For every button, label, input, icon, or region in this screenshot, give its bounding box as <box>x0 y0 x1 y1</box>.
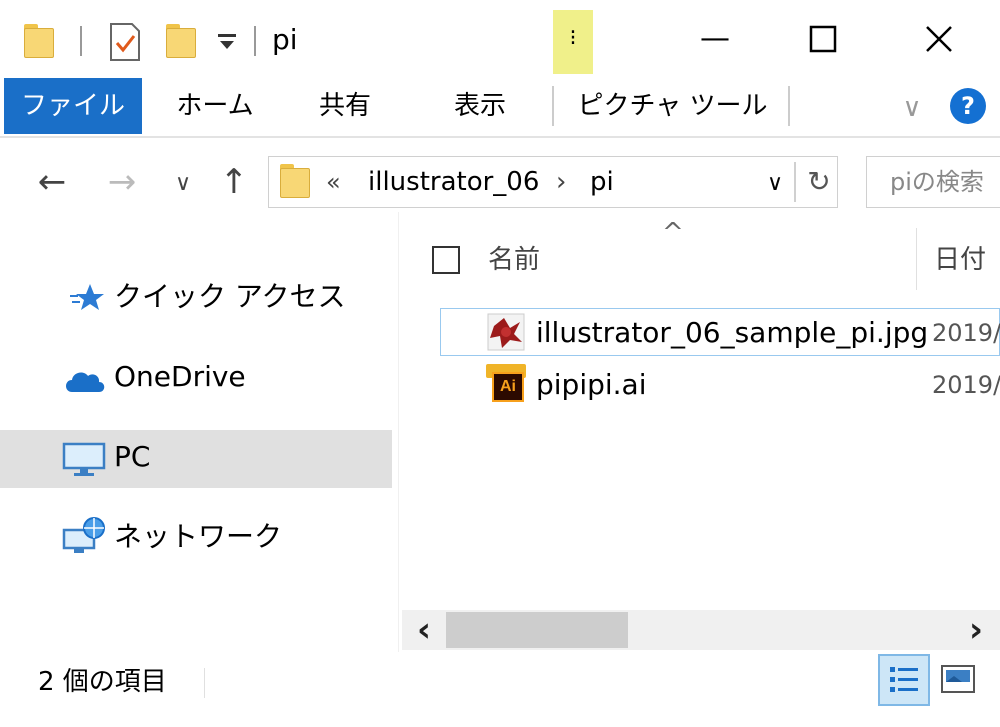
status-item-count: 2 個の項目 <box>38 667 167 697</box>
tab-share[interactable]: 共有 <box>300 78 390 134</box>
properties-icon[interactable] <box>108 22 142 62</box>
folder-icon <box>280 164 310 198</box>
file-date: 2019/ <box>932 371 1000 399</box>
breadcrumb-overflow[interactable]: « <box>326 162 341 202</box>
ai-badge: Ai <box>492 372 524 402</box>
help-button[interactable]: ? <box>950 88 986 124</box>
scroll-left-button[interactable]: ‹ <box>410 610 438 650</box>
sidebar-item-onedrive[interactable]: OneDrive <box>114 358 246 396</box>
column-separator[interactable] <box>916 228 917 290</box>
address-separator <box>794 162 796 202</box>
address-dropdown-button[interactable]: ∨ <box>760 164 790 204</box>
ribbon-divider <box>0 136 1000 138</box>
ai-file-icon: Ai <box>486 364 526 404</box>
column-header-date[interactable]: 日付 <box>934 240 986 280</box>
tab-picture-tools[interactable]: ピクチャ ツール <box>575 78 770 134</box>
recent-locations-button[interactable]: ∨ <box>168 164 198 204</box>
up-button[interactable]: ↑ <box>212 162 256 202</box>
sort-indicator-icon: ^ <box>662 218 684 248</box>
folder-icon <box>24 24 54 58</box>
title-separator <box>254 26 256 56</box>
ribbon-separator <box>552 86 554 126</box>
forward-button[interactable]: → <box>100 162 144 202</box>
large-icons-view-button[interactable] <box>940 662 976 696</box>
breadcrumb-pi[interactable]: pi <box>590 162 614 202</box>
title-separator <box>80 26 82 56</box>
column-header-name[interactable]: 名前 <box>488 240 540 280</box>
breadcrumb-illustrator-06[interactable]: illustrator_06 <box>368 162 539 202</box>
details-view-button[interactable] <box>878 654 930 706</box>
scroll-right-button[interactable]: › <box>962 610 990 650</box>
search-input[interactable]: piの検索 <box>890 162 1000 202</box>
file-name[interactable]: illustrator_06_sample_pi.jpg <box>536 314 928 352</box>
sidebar-item-pc[interactable]: PC <box>0 430 392 488</box>
ribbon-separator <box>788 86 790 126</box>
ribbon-collapse-button[interactable]: ∨ <box>892 88 932 128</box>
star-icon <box>70 284 104 310</box>
close-button[interactable] <box>920 20 958 58</box>
monitor-icon <box>62 442 106 476</box>
refresh-button[interactable]: ↻ <box>800 160 838 204</box>
maximize-button[interactable] <box>806 22 840 56</box>
pane-divider <box>398 212 399 652</box>
sidebar-item-network[interactable]: ネットワーク <box>114 518 282 556</box>
qat-dropdown-icon[interactable] <box>216 30 238 52</box>
jpg-file-icon <box>487 313 525 351</box>
file-date: 2019/ <box>932 319 1000 347</box>
cloud-icon <box>66 372 105 392</box>
select-all-checkbox[interactable] <box>432 246 460 274</box>
status-separator <box>204 668 205 698</box>
breadcrumb-separator[interactable]: › <box>556 162 566 202</box>
sidebar-item-quick-access[interactable]: クイック アクセス <box>114 278 346 316</box>
tab-view[interactable]: 表示 <box>430 78 530 134</box>
network-icon <box>62 517 105 553</box>
minimize-button[interactable]: — <box>690 16 740 62</box>
window-title: pi <box>272 23 298 56</box>
tab-file[interactable]: ファイル <box>4 78 142 134</box>
details-view-icon <box>890 667 918 692</box>
customize-grip[interactable]: ⁝ <box>553 10 593 74</box>
address-bar[interactable] <box>268 156 838 208</box>
sidebar-item-label: PC <box>114 440 151 473</box>
new-folder-icon[interactable] <box>166 24 196 58</box>
file-name[interactable]: pipipi.ai <box>536 366 647 404</box>
tab-home[interactable]: ホーム <box>160 78 270 134</box>
back-button[interactable]: ← <box>30 162 74 202</box>
scrollbar-thumb[interactable] <box>446 612 628 648</box>
